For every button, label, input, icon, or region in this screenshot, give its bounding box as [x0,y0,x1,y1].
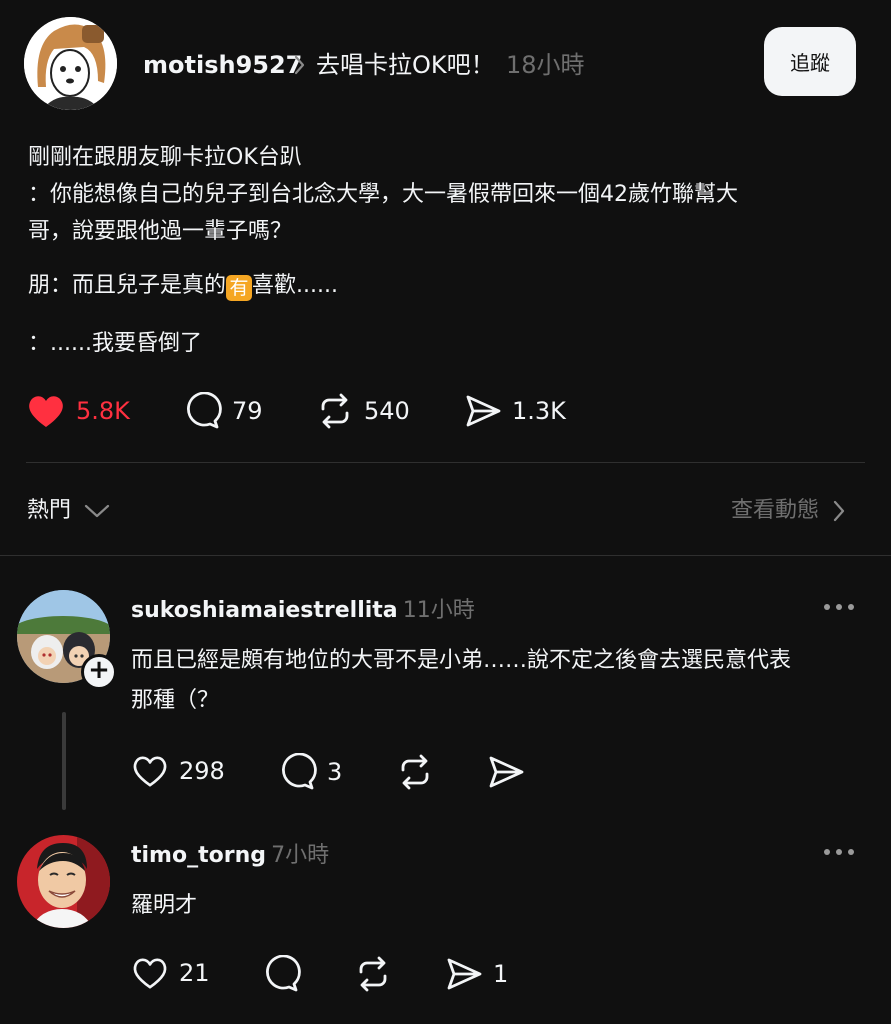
author-avatar[interactable] [24,17,117,110]
sort-dropdown[interactable]: 熱門 [27,495,111,527]
post-divider [26,462,865,463]
comment-username[interactable]: sukoshiamaiestrellita [131,598,398,623]
like-count: 5.8K [76,397,130,425]
share-button[interactable]: 1.3K [464,392,566,430]
like-button[interactable]: 5.8K [26,392,130,430]
comment-button[interactable]: 79 [184,392,263,430]
comment-like-button[interactable]: 21 [131,955,210,991]
chevron-down-icon [84,504,110,518]
follow-button[interactable]: 追蹤 [764,27,856,96]
chevron-right-icon [833,500,845,522]
author-username[interactable]: motish9527 [143,48,302,82]
more-options-icon[interactable] [822,590,856,631]
comment-header: sukoshiamaiestrellita 11小時 [131,595,475,628]
chevron-right-icon [292,50,308,89]
comment-count: 79 [232,397,263,425]
comment-icon [187,392,222,429]
post-line-friend: 朋：而且兒子是真的有喜歡...... [28,267,848,304]
comment-share-button[interactable] [487,753,525,791]
comment-like-count: 21 [179,959,210,987]
repost-icon [321,393,349,429]
share-count: 1.3K [512,397,566,425]
comment-like-button[interactable]: 298 [131,753,225,789]
comment-reply-count: 3 [327,758,343,786]
repost-count: 540 [364,397,410,425]
post-line-1: 剛剛在跟朋友聊卡拉OK台趴 [28,145,302,170]
post-line-last: ：......我要昏倒了 [28,331,202,356]
comment-header: timo_torng 7小時 [131,840,329,873]
friend-line-start: 朋：而且兒子是真的 [28,273,227,298]
comment-reply-button[interactable]: 3 [279,753,342,791]
topic-tag[interactable]: 去唱卡拉OK吧！ [316,48,495,82]
send-icon [447,958,482,990]
send-icon [489,756,524,788]
heart-filled-icon [29,396,63,427]
comment-reply-button[interactable] [263,955,301,993]
repost-button[interactable]: 540 [316,392,410,430]
sort-label: 熱門 [27,498,72,523]
comment-share-button[interactable]: 1 [445,955,508,993]
comment-like-count: 298 [179,757,225,785]
comment-icon [266,955,301,992]
comment-time: 7小時 [271,843,330,868]
comment-share-count: 1 [493,960,509,988]
comment-avatar[interactable] [17,835,110,928]
comment-username[interactable]: timo_torng [131,843,266,868]
more-options-icon[interactable] [822,835,856,876]
activity-label: 查看動態 [731,498,820,523]
heart-icon [133,756,167,787]
comment-icon [282,753,317,790]
comment-repost-button[interactable] [396,753,434,791]
post-line-3: 哥，說要跟他過一輩子嗎？ [28,219,293,244]
section-divider [0,555,891,556]
follow-plus-icon[interactable]: + [81,654,117,690]
thread-line [62,712,66,810]
send-icon [466,395,501,427]
comment-repost-button[interactable] [354,955,392,993]
heart-icon [133,958,167,989]
repost-icon [401,754,429,790]
comment-line-2: 那種（？ [131,688,220,713]
comment-text: 羅明才 [131,893,198,918]
repost-icon [359,956,387,992]
post-time: 18小時 [506,51,585,79]
comment-line-1: 而且已經是頗有地位的大哥不是小弟……說不定之後會去選民意代表 [131,648,792,673]
post-body: 剛剛在跟朋友聊卡拉OK台趴 ：你能想像自己的兒子到台北念大學，大一暑假帶回來一個… [28,139,848,250]
emoji-you: 有 [226,275,253,301]
friend-line-end: 喜歡...... [252,273,338,298]
comment-time: 11小時 [402,598,475,623]
view-activity-link[interactable]: 查看動態 [731,495,847,527]
comment-text: 而且已經是頗有地位的大哥不是小弟……說不定之後會去選民意代表 那種（？ [131,641,871,721]
post-line-2: ：你能想像自己的兒子到台北念大學，大一暑假帶回來一個42歲竹聯幫大 [28,182,738,207]
